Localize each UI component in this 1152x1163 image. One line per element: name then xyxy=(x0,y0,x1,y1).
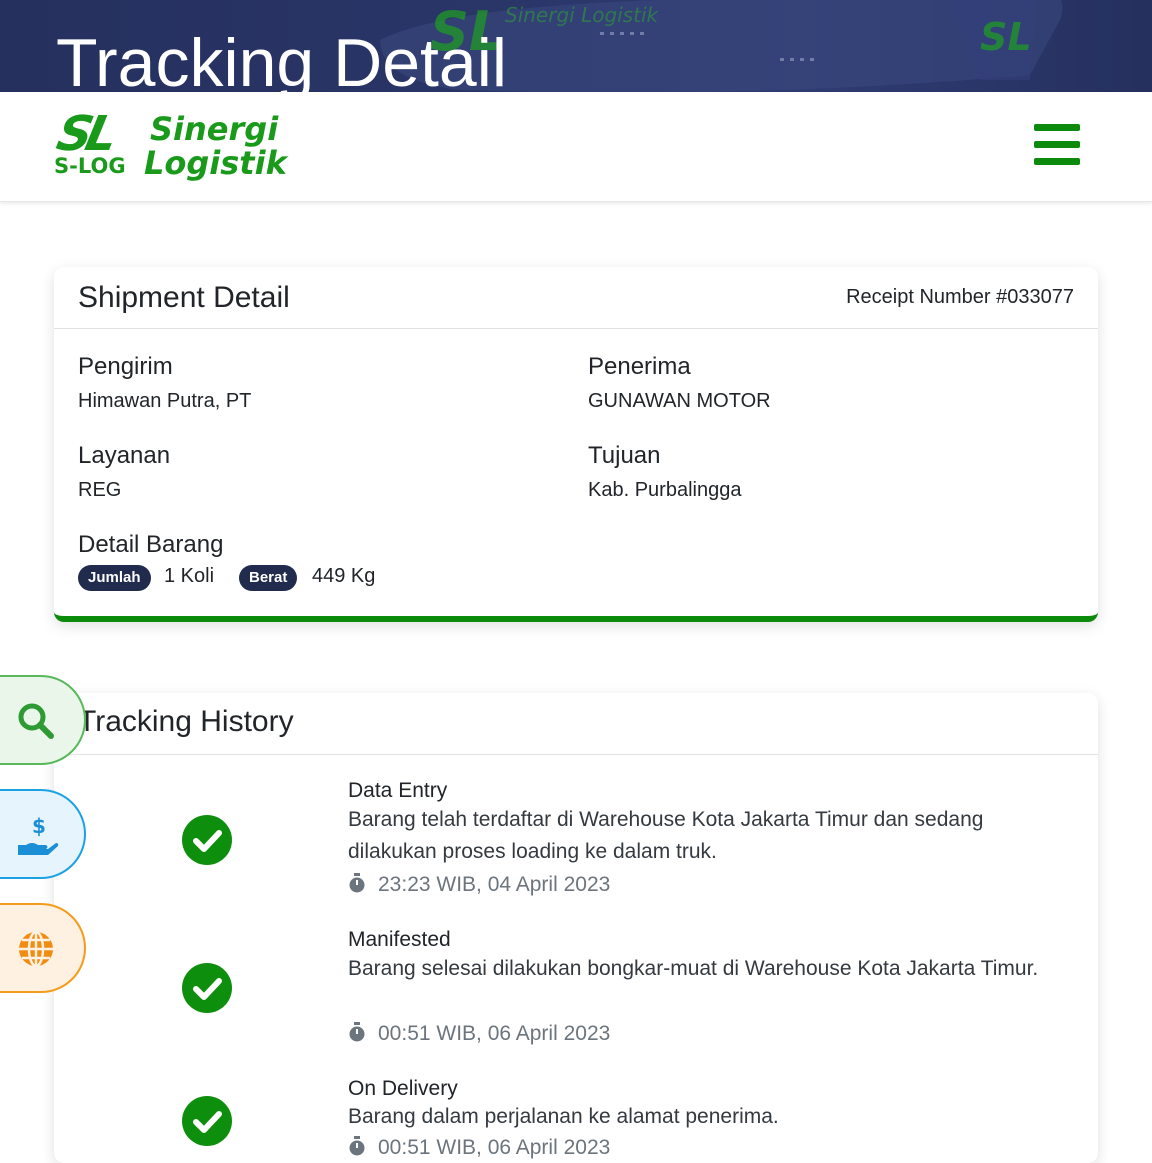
logo-name-line2: Logistik xyxy=(144,144,287,182)
event-time-text: 00:51 WIB, 06 April 2023 xyxy=(378,1022,611,1045)
event-time-text: 00:51 WIB, 06 April 2023 xyxy=(378,1136,611,1159)
stopwatch-icon xyxy=(349,873,365,893)
sender-value: Himawan Putra, PT xyxy=(78,390,252,412)
globe-icon xyxy=(19,930,53,968)
event-description: Barang selesai dilakukan bongkar-muat di… xyxy=(348,957,1039,980)
receiver-label: Penerima xyxy=(588,353,691,380)
event-status: Manifested xyxy=(348,928,451,951)
history-card-header: Tracking History xyxy=(54,693,1098,755)
service-value: REG xyxy=(78,479,122,501)
shipment-detail-card: Shipment Detail Receipt Number #033077 P… xyxy=(54,267,1098,622)
pricing-float-button[interactable]: $ xyxy=(0,789,86,879)
stopwatch-icon xyxy=(349,1022,365,1042)
event-description: Barang telah terdaftar di Warehouse Kota… xyxy=(348,808,984,863)
navbar: SL S-LOG Sinergi Logistik xyxy=(0,92,1152,202)
qty-value: 1 Koli xyxy=(164,565,215,587)
destination-value: Kab. Purbalingga xyxy=(588,479,742,501)
svg-text:$: $ xyxy=(32,815,46,838)
search-icon xyxy=(18,703,54,739)
event-time-text: 23:23 WIB, 04 April 2023 xyxy=(378,873,611,896)
receipt-number: Receipt Number #033077 xyxy=(846,286,1074,308)
service-label: Layanan xyxy=(78,442,171,469)
svg-text:SL: SL xyxy=(980,15,1032,59)
sender-label: Pengirim xyxy=(78,353,173,380)
logo-name: Sinergi Logistik xyxy=(144,110,287,180)
tracking-history-card: Tracking History Data Entry Barang telah… xyxy=(54,693,1098,1163)
logo-sub-text: S-LOG xyxy=(54,154,126,178)
shipment-title: Shipment Detail xyxy=(78,281,290,314)
logo-mark: SL S-LOG xyxy=(52,106,136,180)
event-status: Data Entry xyxy=(348,779,448,802)
hand-dollar-icon: $ xyxy=(18,815,59,855)
stopwatch-icon xyxy=(349,1136,365,1156)
shipment-card-header: Shipment Detail Receipt Number #033077 xyxy=(54,267,1098,329)
brand-logo[interactable]: SL S-LOG Sinergi Logistik xyxy=(52,106,302,184)
event-time: 00:51 WIB, 06 April 2023 xyxy=(348,1136,610,1160)
event-time: 00:51 WIB, 06 April 2023 xyxy=(348,1022,610,1046)
destination-label: Tujuan xyxy=(588,442,661,469)
plane-livery-text: Sinergi Logistik xyxy=(505,3,660,27)
logo-name-line1: Sinergi xyxy=(150,110,279,148)
check-circle-icon xyxy=(182,815,232,865)
event-status: On Delivery xyxy=(348,1077,458,1100)
history-title: Tracking History xyxy=(78,705,294,738)
hero-banner: SL SL Sinergi Logistik Tracking Detail xyxy=(0,0,1152,92)
weight-badge: Berat xyxy=(239,565,298,591)
hamburger-icon[interactable] xyxy=(1034,124,1080,166)
globe-float-button[interactable] xyxy=(0,903,86,993)
weight-value: 449 Kg xyxy=(312,565,376,587)
receiver-value: GUNAWAN MOTOR xyxy=(588,390,771,412)
qty-badge: Jumlah xyxy=(78,565,151,591)
event-description: Barang dalam perjalanan ke alamat peneri… xyxy=(348,1105,779,1128)
page-title: Tracking Detail xyxy=(56,25,507,92)
check-circle-icon xyxy=(182,1096,232,1146)
check-circle-icon xyxy=(182,963,232,1013)
event-time: 23:23 WIB, 04 April 2023 xyxy=(348,873,610,897)
goods-detail-label: Detail Barang xyxy=(78,531,224,558)
search-float-button[interactable] xyxy=(0,675,86,765)
